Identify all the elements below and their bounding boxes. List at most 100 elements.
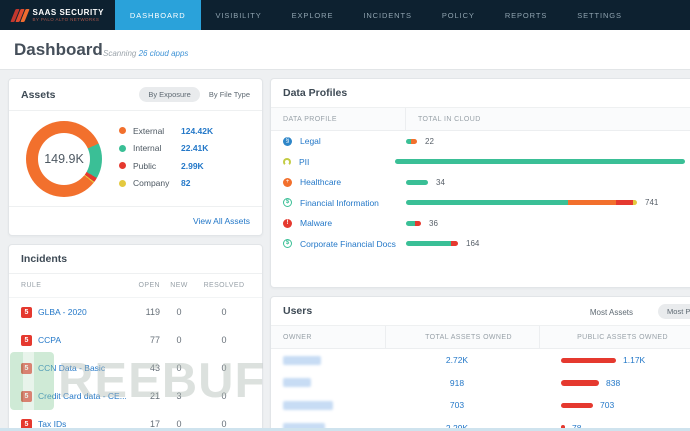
saas-security-logo: SAAS SECURITY BY PALO ALTO NETWORKS [0,0,115,30]
company-dot-icon [119,180,126,187]
profile-bar [406,221,421,226]
profile-link[interactable]: Corporate Financial Docs [300,239,396,249]
incidents-column-headers: RULE OPEN NEW RESOLVED [9,274,262,298]
user-row: 703 703 [271,394,690,417]
cloud-apps-link[interactable]: 26 cloud apps [139,49,189,58]
dollar-icon: $ [283,239,292,248]
owner-name-redacted[interactable] [283,401,333,410]
profile-bar [406,241,458,246]
page-title: Dashboard [14,40,103,60]
palo-alto-stripes-icon [13,9,27,22]
users-column-headers: OWNER TOTAL ASSETS OWNED PUBLIC ASSETS O… [271,326,690,349]
page-header: Dashboard Scanning 26 cloud apps [0,30,690,70]
profile-link[interactable]: Malware [300,218,332,228]
data-profile-row: PII [271,152,690,173]
data-profile-row: $Corporate Financial Docs 164 [271,234,690,255]
user-row: 918 838 [271,372,690,395]
data-profiles-card: Data Profiles DATA PROFILE TOTAL IN CLOU… [270,78,690,288]
profile-bar [406,139,417,144]
profile-link[interactable]: Healthcare [300,177,341,187]
most-assets-toggle[interactable]: Most Assets [590,308,633,317]
owner-name-redacted[interactable] [283,356,321,365]
profile-bar [406,200,637,205]
scanning-status: Scanning 26 cloud apps [103,49,188,58]
data-profile-row: +Healthcare 34 [271,172,690,193]
profile-link[interactable]: Financial Information [300,198,379,208]
profile-link[interactable]: PII [299,157,309,167]
assets-legend: External 124.42K Internal 22.41K Public … [119,122,213,192]
public-assets-bar [561,358,616,364]
incident-row: 5CCN Data - Basic 43 0 0 [9,354,262,382]
incidents-title: Incidents [21,253,67,265]
legend-public: Public 2.99K [119,157,213,175]
profile-bar [395,159,685,164]
tab-settings[interactable]: SETTINGS [562,0,637,30]
public-assets-value[interactable]: 1.17K [623,355,645,365]
assets-title: Assets [21,89,55,101]
rule-link[interactable]: CCN Data - Basic [38,363,105,373]
data-profile-row: $Financial Information 741 [271,193,690,214]
users-card: Users Most Assets Most Public Assets OWN… [270,296,690,431]
data-profiles-title: Data Profiles [283,87,347,99]
owner-name-redacted[interactable] [283,378,311,387]
incidents-card: Incidents RULE OPEN NEW RESOLVED 5 GLBA -… [8,244,263,431]
public-dot-icon [119,162,126,169]
severity-badge: 5 [21,391,32,402]
tab-policy[interactable]: POLICY [427,0,490,30]
tab-explore[interactable]: EXPLORE [277,0,349,30]
logo-subtitle: BY PALO ALTO NETWORKS [33,17,104,23]
rule-link[interactable]: GLBA - 2020 [38,307,87,317]
incident-row: 5GLBA - 2020 119 0 0 [9,298,262,326]
total-assets-value[interactable]: 918 [386,378,528,388]
person-arc-icon [283,158,291,166]
total-assets-value[interactable]: 703 [386,400,528,410]
severity-badge: 5 [21,307,32,318]
nav-tabs: DASHBOARD VISIBILITY EXPLORE INCIDENTS P… [115,0,637,30]
public-assets-bar [561,380,599,386]
top-nav: SAAS SECURITY BY PALO ALTO NETWORKS DASH… [0,0,690,30]
healthcare-icon: + [283,178,292,187]
internal-value[interactable]: 22.41K [181,143,208,153]
incident-row: 5Credit Card data - CE... 21 3 0 [9,382,262,410]
view-all-assets-link[interactable]: View All Assets [193,216,250,226]
dollar-icon: $ [283,198,292,207]
user-row: 2.72K 1.17K [271,349,690,372]
assets-total: 149.9K [44,152,84,166]
rule-link[interactable]: Credit Card data - CE... [38,391,126,401]
severity-badge: 5 [21,335,32,346]
data-profile-row: §Legal 22 [271,131,690,152]
incident-row: 5CCPA 77 0 0 [9,326,262,354]
public-assets-value[interactable]: 703 [600,400,614,410]
by-exposure-toggle[interactable]: By Exposure [139,87,200,102]
logo-title: SAAS SECURITY [33,8,104,17]
total-assets-value[interactable]: 2.72K [386,355,528,365]
internal-dot-icon [119,145,126,152]
profile-bar [406,180,428,185]
assets-donut-chart: 149.9K [26,121,102,197]
data-profile-row: !Malware 36 [271,213,690,234]
data-profiles-column-headers: DATA PROFILE TOTAL IN CLOUD [271,108,690,131]
users-title: Users [283,305,312,317]
tab-dashboard[interactable]: DASHBOARD [115,0,201,30]
severity-badge: 5 [21,363,32,374]
external-dot-icon [119,127,126,134]
scales-icon: § [283,137,292,146]
legend-internal: Internal 22.41K [119,140,213,158]
tab-incidents[interactable]: INCIDENTS [348,0,427,30]
public-assets-bar [561,403,593,409]
profile-link[interactable]: Legal [300,136,321,146]
public-assets-value[interactable]: 838 [606,378,620,388]
malware-bug-icon: ! [283,219,292,228]
assets-card: Assets By Exposure By File Type 149.9K E… [8,78,263,236]
by-file-type-toggle[interactable]: By File Type [209,90,250,99]
tab-visibility[interactable]: VISIBILITY [201,0,277,30]
most-public-assets-toggle[interactable]: Most Public Assets [658,304,690,319]
saas-security-dashboard: SAAS SECURITY BY PALO ALTO NETWORKS DASH… [0,0,690,431]
tab-reports[interactable]: REPORTS [490,0,562,30]
company-value[interactable]: 82 [181,178,190,188]
public-value[interactable]: 2.99K [181,161,204,171]
external-value[interactable]: 124.42K [181,126,213,136]
legend-company: Company 82 [119,175,213,193]
rule-link[interactable]: CCPA [38,335,61,345]
legend-external: External 124.42K [119,122,213,140]
